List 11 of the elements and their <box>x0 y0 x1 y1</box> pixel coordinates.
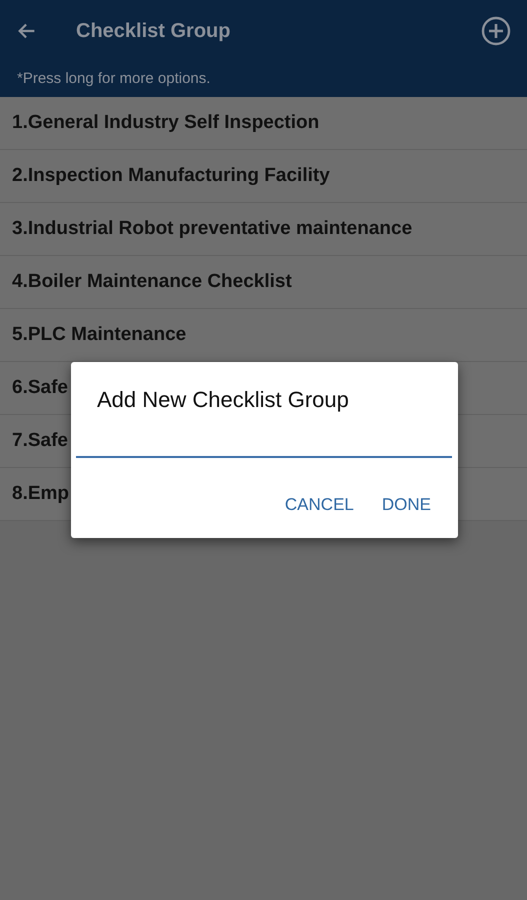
screen-title: Checklist Group <box>76 19 230 44</box>
list-item[interactable]: 3.Industrial Robot preventative maintenance <box>0 203 527 256</box>
dialog-button[interactable]: CANCEL <box>274 486 364 524</box>
list-item[interactable]: 1.General Industry Self Inspection <box>0 97 527 150</box>
list-item[interactable]: 2.Inspection Manufacturing Facility <box>0 150 527 203</box>
add-button[interactable] <box>481 16 511 46</box>
list-item[interactable]: 4.Boiler Maintenance Checklist <box>0 256 527 309</box>
hint-text: *Press long for more options. <box>16 69 212 89</box>
list-item[interactable]: 5.PLC Maintenance <box>0 309 527 362</box>
dialog-title: Add New Checklist Group <box>97 386 349 414</box>
dialog-button[interactable]: DONE <box>372 486 441 524</box>
